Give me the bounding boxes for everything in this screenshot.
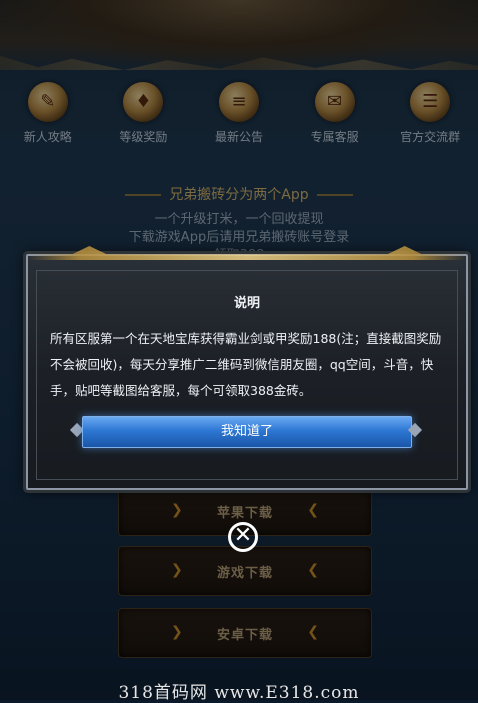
info-dialog: 说明 所有区服第一个在天地宝库获得霸业剑或甲奖励188(注；直接截图奖励不会被回…: [26, 246, 468, 490]
dialog-title: 说明: [233, 296, 260, 311]
dialog-message: 所有区服第一个在天地宝库获得霸业剑或甲奖励188(注；直接截图奖励不会被回收)，…: [50, 331, 442, 398]
close-icon[interactable]: ✕: [228, 522, 258, 552]
confirm-button[interactable]: 我知道了: [82, 416, 412, 448]
watermark: 318首码网 www.E318.com: [118, 683, 360, 703]
